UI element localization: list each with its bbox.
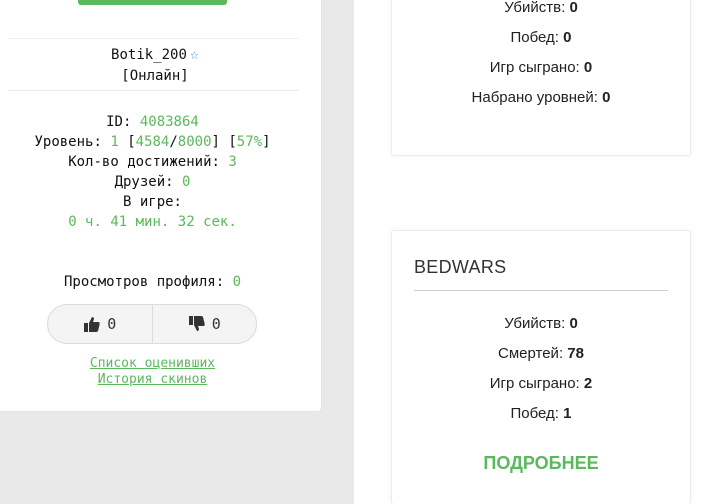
stat-line: Убийств: 0 (504, 315, 578, 332)
stat-ingame-label: В игре: (122, 194, 182, 210)
stat-level: Уровень: 1 [4584/8000] [57%] (34, 134, 271, 150)
stat-id: ID: 4083864 (106, 114, 199, 130)
divider (8, 90, 299, 91)
star-icon: ☆ (189, 45, 199, 63)
id-value: 4083864 (139, 114, 199, 130)
thumbs-down-icon (188, 315, 206, 333)
stat-line: Смертей: 78 (498, 345, 584, 362)
stat-line: Игр сыграно: 2 (489, 375, 593, 392)
level-value: 1 (110, 134, 119, 150)
stat-line: Игр сыграно: 0 (489, 59, 593, 76)
xp-max: 8000 (177, 134, 212, 150)
profile-card: Botik_200 ☆ [Онлайн] ID: 4083864 Уровень:… (0, 0, 322, 412)
profile-action-button[interactable] (78, 0, 227, 5)
xp-percent: 57% (236, 134, 263, 150)
skins-history-link[interactable]: История скинов (98, 372, 208, 388)
stat-friends: Друзей: 0 (114, 174, 191, 190)
stat-line: Побед: 0 (510, 29, 572, 46)
profile-links: Список оценивших История скинов (0, 356, 305, 388)
stat-line: Побед: 1 (510, 405, 572, 422)
thumbs-up-icon (83, 315, 101, 333)
divider (8, 38, 299, 39)
online-status: [Онлайн] (121, 68, 189, 84)
ingame-time: 0 ч. 41 мин. 32 сек. (68, 214, 237, 230)
vote-box: 0 0 (47, 304, 257, 344)
dislike-button[interactable]: 0 (153, 305, 257, 343)
views-value: 0 (232, 274, 241, 290)
dislikes-count: 0 (211, 315, 221, 333)
more-details-link[interactable]: ПОДРОБНЕЕ (392, 453, 690, 474)
stat-line: Убийств: 0 (504, 0, 578, 16)
like-button[interactable]: 0 (48, 305, 152, 343)
stat-line: Набрано уровней: 0 (471, 89, 611, 106)
profile-stats: ID: 4083864 Уровень: 1 [4584/8000] [57%]… (0, 112, 305, 232)
card-title: BEDWARS (414, 257, 507, 277)
raters-list-link[interactable]: Список оценивших (90, 356, 215, 372)
likes-count: 0 (107, 315, 117, 333)
profile-views: Просмотров профиля: 0 (63, 274, 241, 290)
username-row: Botik_200 ☆ (0, 44, 310, 65)
stat-achievements: Кол-во достижений: 3 (68, 154, 237, 170)
stats-card: Убийств: 0 Побед: 0 Игр сыграно: 0 Набра… (391, 0, 691, 156)
username: Botik_200 (111, 47, 187, 63)
friends-value: 0 (182, 174, 191, 190)
xp-current: 4584 (135, 134, 170, 150)
title-divider (414, 290, 668, 291)
achievements-value: 3 (228, 154, 237, 170)
bedwars-card: BEDWARS Убийств: 0 Смертей: 78 Игр сыгра… (391, 230, 691, 504)
